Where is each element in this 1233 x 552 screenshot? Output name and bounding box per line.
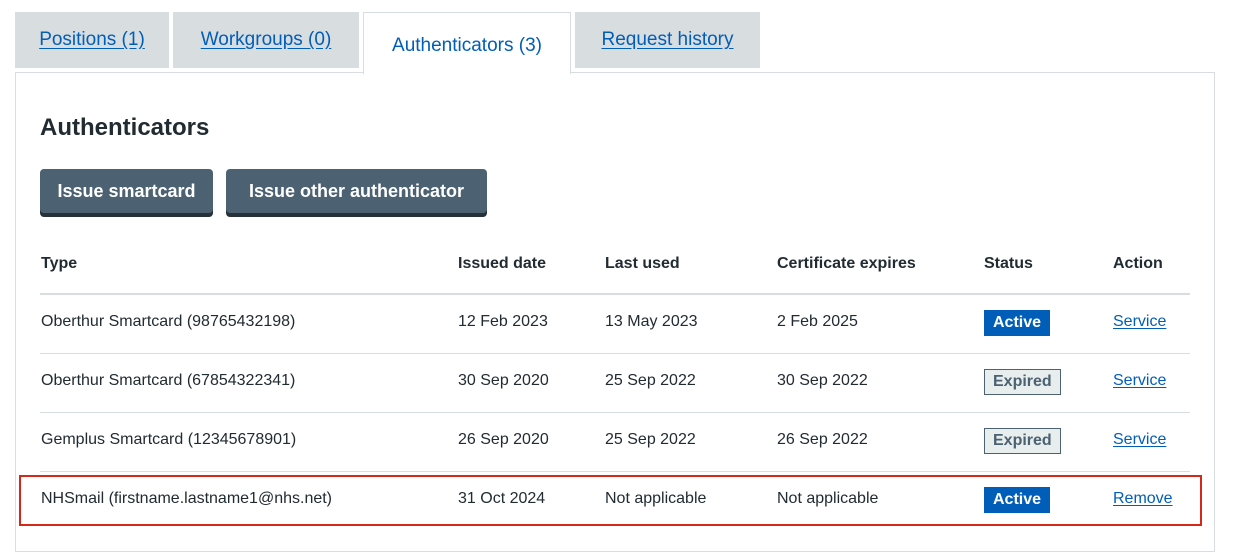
tab-authenticators-label: Authenticators (3) xyxy=(392,34,542,56)
tab-request-history[interactable]: Request history xyxy=(575,12,760,68)
row-divider xyxy=(40,353,1190,354)
header-type: Type xyxy=(41,255,78,272)
service-link[interactable]: Service xyxy=(1113,372,1166,389)
tab-bar: Positions (1) Workgroups (0) Authenticat… xyxy=(15,12,1215,74)
cell-action: Service xyxy=(1113,313,1166,331)
tab-workgroups-link[interactable]: Workgroups (0) xyxy=(201,29,332,51)
header-certificate-expires: Certificate expires xyxy=(777,255,916,272)
row-divider xyxy=(40,412,1190,413)
cell-last-used: 25 Sep 2022 xyxy=(605,431,696,448)
tab-positions[interactable]: Positions (1) xyxy=(15,12,169,68)
cell-action: Service xyxy=(1113,431,1166,449)
status-badge: Active xyxy=(984,310,1051,336)
header-status: Status xyxy=(984,255,1033,272)
cell-issued-date: 26 Sep 2020 xyxy=(458,431,549,448)
service-link[interactable]: Service xyxy=(1113,313,1166,330)
service-link[interactable]: Service xyxy=(1113,431,1166,448)
cell-certificate-expires: 2 Feb 2025 xyxy=(777,313,858,330)
header-divider xyxy=(40,293,1190,295)
cell-status: Expired xyxy=(984,369,1061,395)
issue-smartcard-button[interactable]: Issue smartcard xyxy=(40,169,213,213)
issue-other-authenticator-button[interactable]: Issue other authenticator xyxy=(226,169,487,213)
cell-certificate-expires: 30 Sep 2022 xyxy=(777,372,868,389)
header-last-used: Last used xyxy=(605,255,680,272)
tab-workgroups[interactable]: Workgroups (0) xyxy=(173,12,359,68)
page-title: Authenticators xyxy=(40,114,210,141)
cell-last-used: 13 May 2023 xyxy=(605,313,698,330)
cell-type: Oberthur Smartcard (67854322341) xyxy=(41,372,296,389)
cell-type: Gemplus Smartcard (12345678901) xyxy=(41,431,297,448)
status-badge: Expired xyxy=(984,369,1061,395)
header-action: Action xyxy=(1113,255,1163,272)
row-highlight-box xyxy=(19,475,1202,526)
cell-issued-date: 30 Sep 2020 xyxy=(458,372,549,389)
tab-request-history-link[interactable]: Request history xyxy=(601,29,733,51)
cell-status: Active xyxy=(984,310,1051,336)
cell-action: Service xyxy=(1113,372,1166,390)
tab-positions-link[interactable]: Positions (1) xyxy=(39,29,145,51)
cell-issued-date: 12 Feb 2023 xyxy=(458,313,548,330)
cell-certificate-expires: 26 Sep 2022 xyxy=(777,431,868,448)
cell-last-used: 25 Sep 2022 xyxy=(605,372,696,389)
header-issued-date: Issued date xyxy=(458,255,547,272)
row-divider xyxy=(40,471,1190,472)
cell-type: Oberthur Smartcard (98765432198) xyxy=(41,313,296,330)
status-badge: Expired xyxy=(984,428,1061,454)
tab-authenticators[interactable]: Authenticators (3) xyxy=(363,12,571,74)
cell-status: Expired xyxy=(984,428,1061,454)
